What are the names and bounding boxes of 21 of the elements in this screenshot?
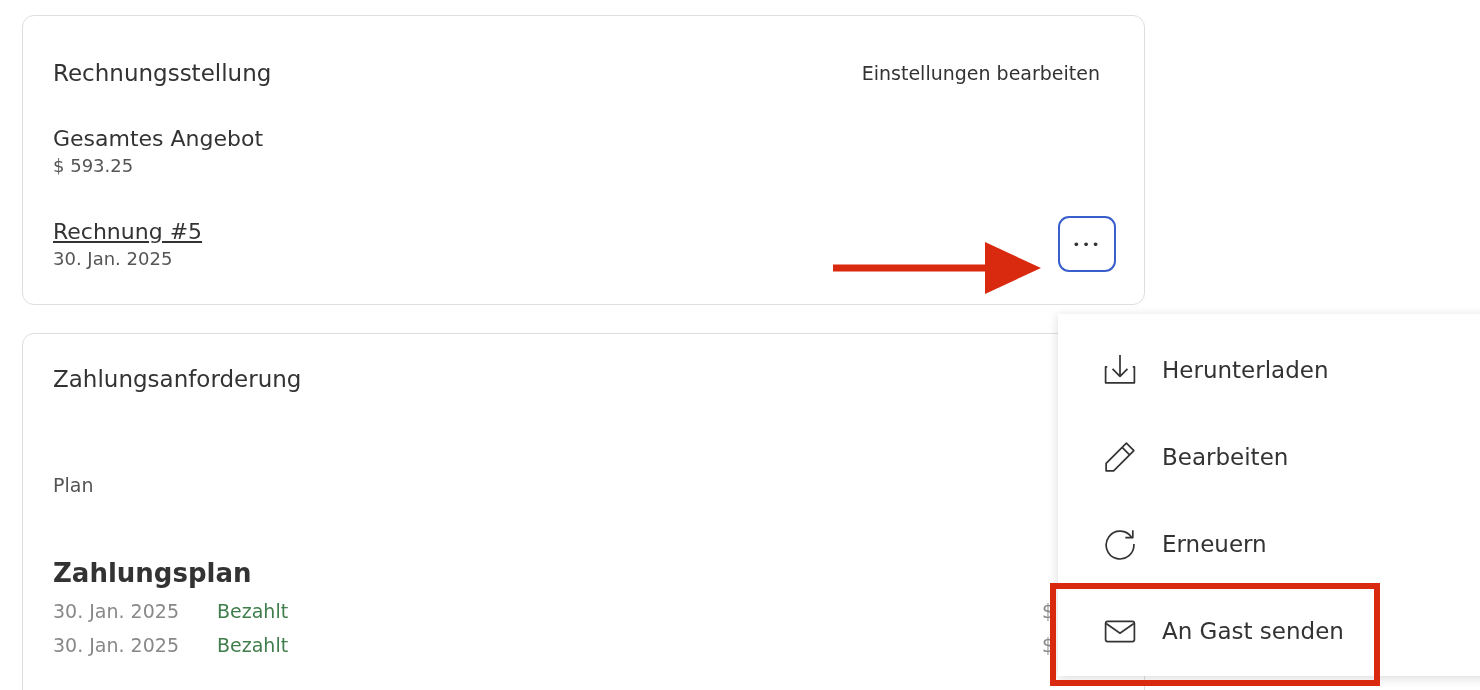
- total-value: $ 593.25: [53, 155, 135, 176]
- payment-status: Bezahlt: [217, 634, 289, 656]
- payment-status: Bezahlt: [217, 600, 289, 622]
- download-icon: [1104, 353, 1136, 386]
- invoice-link[interactable]: Rechnung #5: [53, 219, 203, 244]
- refresh-icon: [1104, 527, 1136, 560]
- invoice-date: 30. Jan. 2025: [53, 248, 174, 269]
- plan-label: Plan: [53, 474, 95, 496]
- edit-settings-link[interactable]: Einstellungen bearbeiten: [861, 62, 1100, 84]
- payment-date: 30. Jan. 2025: [53, 600, 180, 622]
- more-button[interactable]: •••: [1058, 216, 1116, 272]
- menu-item[interactable]: Bearbeiten: [1058, 413, 1480, 500]
- menu-item[interactable]: Erneuern: [1058, 500, 1480, 587]
- menu-item[interactable]: Herunterladen: [1058, 326, 1480, 413]
- total-label: Gesamtes Angebot: [53, 126, 265, 151]
- section-title: Rechnungsstellung: [53, 60, 272, 86]
- plan-title: Zahlungsplan: [53, 558, 253, 588]
- payment-date: 30. Jan. 2025: [53, 634, 180, 656]
- section-title: Zahlungsanforderung: [53, 366, 303, 392]
- pencil-icon: [1104, 440, 1136, 473]
- menu-item[interactable]: An Gast senden: [1058, 587, 1480, 674]
